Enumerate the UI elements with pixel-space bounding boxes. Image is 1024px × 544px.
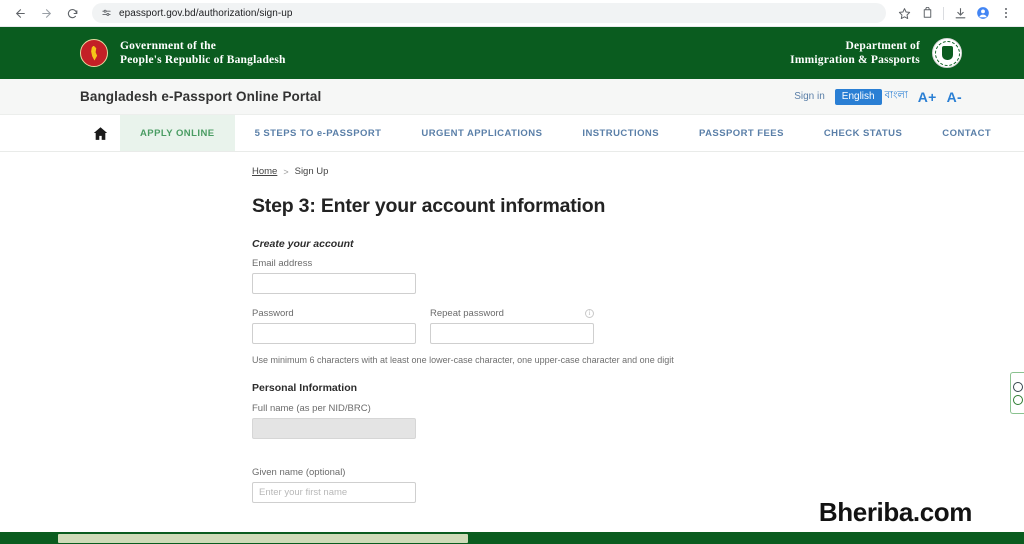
- nav-item-instructions-label: INSTRUCTIONS: [582, 127, 660, 139]
- font-size-increase-button[interactable]: A+: [918, 89, 937, 105]
- toolbar-divider: [943, 6, 944, 20]
- nav-item-check-status[interactable]: CHECK STATUS: [804, 115, 922, 151]
- government-header: Government of the People's Republic of B…: [0, 27, 1024, 79]
- language-switcher: English বাংলা: [834, 88, 908, 105]
- forward-button[interactable]: [34, 1, 58, 25]
- repeat-password-label-row: Repeat password i: [430, 308, 594, 319]
- three-dot-menu-icon: [1004, 7, 1008, 19]
- home-icon: [93, 126, 107, 140]
- horizontal-scrollbar[interactable]: [0, 532, 1024, 544]
- browser-toolbar: epassport.gov.bd/authorization/sign-up: [0, 0, 1024, 27]
- government-branding[interactable]: Government of the People's Republic of B…: [80, 39, 286, 67]
- password-label-row: Password: [252, 308, 416, 319]
- page-heading: Step 3: Enter your account information: [252, 195, 606, 217]
- password-input[interactable]: [252, 323, 416, 344]
- email-field-group: Email address: [252, 258, 1024, 294]
- tune-icon[interactable]: [101, 8, 112, 19]
- password-field-group: Password: [252, 308, 416, 344]
- back-arrow-icon: [15, 8, 25, 18]
- nav-item-contact[interactable]: CONTACT: [922, 115, 1011, 151]
- government-title: Government of the People's Republic of B…: [120, 39, 286, 67]
- extensions-icon: [923, 6, 931, 18]
- government-title-line1: Government of the: [120, 40, 217, 52]
- nav-item-urgent-applications[interactable]: URGENT APPLICATIONS: [401, 115, 562, 151]
- browser-menu-button[interactable]: [996, 3, 1016, 23]
- download-icon: [955, 7, 965, 18]
- nav-item-5-steps[interactable]: 5 STEPS TO e-PASSPORT: [235, 115, 402, 151]
- accessibility-icon[interactable]: [1012, 394, 1023, 405]
- department-branding[interactable]: Department of Immigration & Passports: [790, 38, 962, 68]
- extensions-button[interactable]: [917, 3, 937, 23]
- downloads-button[interactable]: [950, 3, 970, 23]
- breadcrumb: Home > Sign Up: [252, 166, 1024, 177]
- nav-item-apply-online[interactable]: APPLY ONLINE: [120, 115, 235, 151]
- create-account-heading: Create your account: [252, 238, 354, 250]
- language-option-english[interactable]: English: [834, 88, 882, 105]
- given-name-input[interactable]: [252, 482, 416, 503]
- password-row: Password Repeat password i: [252, 308, 1024, 344]
- floating-side-widget[interactable]: [1010, 372, 1024, 414]
- nav-item-home[interactable]: [80, 115, 120, 151]
- breadcrumb-current: Sign Up: [294, 166, 329, 177]
- portal-title-bar: Bangladesh e-Passport Online Portal Sign…: [0, 79, 1024, 115]
- forward-arrow-icon: [41, 8, 51, 18]
- browser-toolbar-icons: [894, 3, 1016, 23]
- portal-actions: Sign in English বাংলা A+ A-: [794, 88, 962, 105]
- nav-item-check-status-label: CHECK STATUS: [823, 127, 903, 139]
- sign-in-link[interactable]: Sign in: [794, 91, 825, 102]
- nav-item-passport-fees-label: PASSPORT FEES: [699, 127, 784, 139]
- department-title-line1: Department of: [845, 40, 920, 52]
- repeat-password-label: Repeat password: [430, 308, 504, 319]
- personal-information-heading: Personal Information: [252, 382, 358, 394]
- breadcrumb-home-link[interactable]: Home: [252, 166, 277, 177]
- font-size-decrease-button[interactable]: A-: [947, 89, 962, 105]
- department-seal-icon: [932, 38, 962, 68]
- reload-icon: [67, 8, 77, 18]
- star-icon: [898, 7, 910, 19]
- nav-item-instructions[interactable]: INSTRUCTIONS: [562, 115, 679, 151]
- settings-gear-icon[interactable]: [1012, 381, 1023, 392]
- repeat-password-field-group: Repeat password i: [430, 308, 594, 344]
- email-label: Email address: [252, 258, 313, 269]
- full-name-field-group: Full name (as per NID/BRC): [252, 403, 1024, 439]
- main-content: Home > Sign Up Step 3: Enter your accoun…: [0, 152, 1024, 544]
- main-navigation: APPLY ONLINE 5 STEPS TO e-PASSPORT URGEN…: [0, 115, 1024, 152]
- reload-button[interactable]: [60, 1, 84, 25]
- bangladesh-national-emblem-icon: [80, 39, 108, 67]
- repeat-password-input[interactable]: [430, 323, 594, 344]
- back-button[interactable]: [8, 1, 32, 25]
- nav-item-apply-online-label: APPLY ONLINE: [140, 127, 215, 139]
- address-bar-url: epassport.gov.bd/authorization/sign-up: [119, 7, 293, 19]
- department-title-line2: Immigration & Passports: [790, 54, 920, 66]
- browser-nav-buttons: [8, 1, 84, 25]
- given-name-label: Given name (optional): [252, 467, 346, 478]
- department-title: Department of Immigration & Passports: [790, 39, 920, 67]
- nav-item-5-steps-label: 5 STEPS TO e-PASSPORT: [254, 127, 382, 139]
- password-label: Password: [252, 308, 294, 319]
- profile-button[interactable]: [973, 3, 993, 23]
- language-option-bangla[interactable]: বাংলা: [885, 88, 908, 105]
- watermark: Bheriba.com: [818, 497, 972, 527]
- nav-item-contact-label: CONTACT: [942, 127, 992, 139]
- address-bar[interactable]: epassport.gov.bd/authorization/sign-up: [92, 3, 886, 23]
- breadcrumb-separator: >: [283, 166, 289, 177]
- profile-avatar-icon: [977, 7, 989, 19]
- nav-item-passport-fees[interactable]: PASSPORT FEES: [679, 115, 804, 151]
- full-name-input: [252, 418, 416, 439]
- info-icon[interactable]: i: [585, 309, 594, 318]
- horizontal-scrollbar-thumb[interactable]: [58, 533, 468, 543]
- bookmark-button[interactable]: [894, 3, 914, 23]
- page-viewport: Government of the People's Republic of B…: [0, 27, 1024, 544]
- full-name-label: Full name (as per NID/BRC): [252, 403, 371, 414]
- password-help-text: Use minimum 6 characters with at least o…: [252, 355, 674, 365]
- nav-item-urgent-applications-label: URGENT APPLICATIONS: [421, 127, 543, 139]
- government-title-line2: People's Republic of Bangladesh: [120, 54, 286, 66]
- page-title-portal: Bangladesh e-Passport Online Portal: [80, 89, 322, 104]
- email-input[interactable]: [252, 273, 416, 294]
